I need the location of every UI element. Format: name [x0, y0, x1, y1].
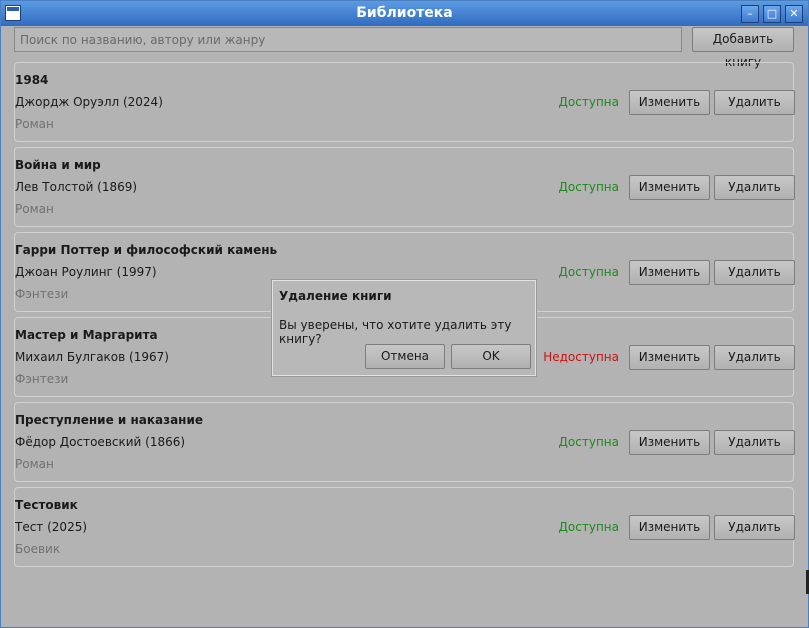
book-author: Тест (2025) [15, 520, 88, 534]
edit-button[interactable]: Изменить [629, 430, 710, 455]
book-genre: Роман [15, 117, 54, 131]
book-title: Гарри Поттер и философский камень [15, 243, 278, 257]
book-card: Преступление и наказание Фёдор Достоевски… [14, 402, 795, 482]
cancel-button[interactable]: Отмена [365, 344, 445, 369]
delete-confirm-dialog: Удаление книги Вы уверены, что хотите уд… [272, 280, 536, 376]
maximize-button[interactable]: □ [763, 5, 781, 23]
window-title: Библиотека [356, 5, 453, 21]
book-card: 1984 Джордж Оруэлл (2024) Роман Доступна Изм… [14, 62, 795, 142]
ok-button[interactable]: OK [451, 344, 531, 369]
book-title: Тестовик [15, 498, 78, 512]
delete-button[interactable]: Удалить [714, 345, 795, 370]
book-author: Фёдор Достоевский (1866) [15, 435, 186, 449]
status-label: Доступна [558, 180, 619, 194]
status-label: Доступна [558, 435, 619, 449]
edit-button[interactable]: Изменить [629, 345, 710, 370]
close-button[interactable]: ✕ [785, 5, 803, 23]
status-label: Доступна [558, 265, 619, 279]
book-author: Джоан Роулинг (1997) [15, 265, 157, 279]
book-card: Война и мир Лев Толстой (1869) Роман Доступ… [14, 147, 795, 227]
book-genre: Фэнтези [15, 287, 69, 301]
book-genre: Роман [15, 202, 54, 216]
search-input[interactable] [14, 27, 682, 52]
dialog-title: Удаление книги [279, 289, 392, 303]
add-book-button[interactable]: Добавить книгу [692, 27, 794, 69]
main-window: Библиотека – □ ✕ Добавить книгу 1984 Джор… [0, 0, 809, 628]
edit-button[interactable]: Изменить [629, 175, 710, 200]
book-title: 1984 [15, 73, 49, 87]
minimize-button[interactable]: – [741, 5, 759, 23]
book-author: Михаил Булгаков (1967) [15, 350, 169, 364]
book-genre: Боевик [15, 542, 61, 556]
delete-button[interactable]: Удалить [714, 175, 795, 200]
book-card: Тестовик Тест (2025) Боевик Доступна Изменит… [14, 487, 795, 567]
delete-button[interactable]: Удалить [714, 260, 795, 285]
status-label: Доступна [558, 95, 619, 109]
book-title: Война и мир [15, 158, 101, 172]
delete-button[interactable]: Удалить [714, 430, 795, 455]
book-genre: Роман [15, 457, 54, 471]
edit-button[interactable]: Изменить [629, 515, 710, 540]
title-bar[interactable]: Библиотека – □ ✕ [1, 1, 808, 26]
delete-button[interactable]: Удалить [714, 515, 795, 540]
status-label: Недоступна [543, 350, 619, 364]
book-title: Мастер и Маргарита [15, 328, 158, 342]
status-label: Доступна [558, 520, 619, 534]
book-author: Джордж Оруэлл (2024) [15, 95, 163, 109]
dialog-message: Вы уверены, что хотите удалить эту книгу… [279, 318, 512, 346]
edit-button[interactable]: Изменить [629, 260, 710, 285]
delete-button[interactable]: Удалить [714, 90, 795, 115]
book-author: Лев Толстой (1869) [15, 180, 138, 194]
edit-button[interactable]: Изменить [629, 90, 710, 115]
book-title: Преступление и наказание [15, 413, 204, 427]
book-genre: Фэнтези [15, 372, 69, 386]
